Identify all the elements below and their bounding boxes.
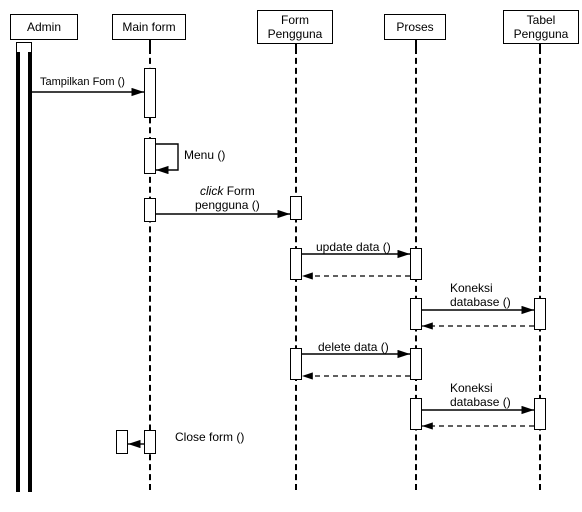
sequence-diagram: Admin Main form Form Pengguna Proses Tab…	[0, 0, 582, 512]
arrows-layer	[0, 0, 582, 512]
